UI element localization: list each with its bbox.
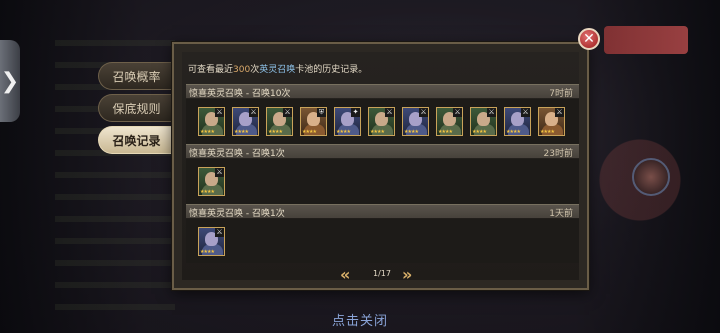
background-banner (604, 26, 688, 54)
star-rating-icon: ★★★★ (472, 129, 487, 135)
hero-lord-icon[interactable]: ⚔ ★★★★ (538, 107, 565, 136)
class-icon: ⚔ (215, 228, 224, 237)
hero-rogue-icon[interactable]: ⚔ ★★★★ (504, 107, 531, 136)
record-header: 惊喜英灵召唤 - 召唤10次 7时前 (186, 84, 579, 99)
class-icon: ⚔ (555, 108, 564, 117)
class-icon: ⚔ (521, 108, 530, 117)
summon-history-panel: 可查看最近300次英灵召唤卡池的历史记录。 惊喜英灵召唤 - 召唤10次 7时前… (172, 42, 589, 290)
star-rating-icon: ★★★★ (200, 189, 215, 195)
tab-summon-history[interactable]: 召唤记录 (98, 126, 174, 154)
class-icon: ⚔ (283, 108, 292, 117)
record-heroes: ⚔ ★★★★ ⚔ ★★★★ ⚔ ★★★★ ⛨ ★★★★ ✦ ★★★★ ⚔ ★★★★ ⚔ ★★★★ ⚔ ★★★★… (186, 99, 579, 145)
close-icon[interactable]: ✕ (578, 28, 600, 50)
record-heroes: ⚔ ★★★★ (186, 159, 579, 204)
chevron-right-icon: ❯ (0, 68, 20, 94)
star-rating-icon: ★★★★ (234, 129, 249, 135)
class-icon: ⚔ (487, 108, 496, 117)
star-rating-icon: ★★★★ (540, 129, 555, 135)
hero-guard-icon[interactable]: ⚔ ★★★★ (436, 107, 463, 136)
info-suffix: 卡池的历史记录。 (295, 65, 368, 75)
hero-rogue-icon[interactable]: ⚔ ★★★★ (198, 167, 225, 196)
hero-frost-icon[interactable]: ⚔ ★★★★ (198, 227, 225, 256)
star-rating-icon: ★★★★ (200, 249, 215, 255)
double-chevron-left-icon[interactable]: « (340, 265, 350, 284)
star-rating-icon: ★★★★ (370, 129, 385, 135)
class-icon: ⚔ (453, 108, 462, 117)
hero-warrior-icon[interactable]: ⚔ ★★★★ (266, 107, 293, 136)
class-icon: ⚔ (215, 108, 224, 117)
info-count: 300 (233, 65, 251, 75)
star-rating-icon: ★★★★ (438, 129, 453, 135)
pagination: « 1/17 » (174, 265, 587, 284)
side-drawer-handle[interactable]: ❯ (0, 40, 20, 122)
record-time: 7时前 (549, 89, 573, 99)
double-chevron-right-icon[interactable]: » (402, 265, 412, 284)
star-rating-icon: ★★★★ (302, 129, 317, 135)
info-pool-name: 英灵召唤 (259, 65, 296, 75)
star-rating-icon: ★★★★ (336, 129, 351, 135)
star-rating-icon: ★★★★ (200, 129, 215, 135)
star-rating-icon: ★★★★ (506, 129, 521, 135)
record-title: 惊喜英灵召唤 - 召唤10次 (189, 89, 291, 99)
hero-berserker-icon[interactable]: ⚔ ★★★★ (368, 107, 395, 136)
record-title: 惊喜英灵召唤 - 召唤1次 (189, 209, 285, 219)
tab-pity-rules[interactable]: 保底规则 (98, 94, 174, 122)
tap-to-close-hint[interactable]: 点击关闭 (0, 310, 720, 329)
class-icon: ⚔ (385, 108, 394, 117)
record-header: 惊喜英灵召唤 - 召唤1次 23时前 (186, 144, 579, 159)
record-heroes: ⚔ ★★★★ (186, 219, 579, 263)
star-rating-icon: ★★★★ (404, 129, 419, 135)
page-indicator: 1/17 (373, 269, 391, 278)
record-header: 惊喜英灵召唤 - 召唤1次 1天前 (186, 204, 579, 219)
history-info-text: 可查看最近300次英灵召唤卡池的历史记录。 (188, 62, 367, 75)
record-time: 23时前 (543, 149, 573, 159)
class-icon: ✦ (351, 108, 360, 117)
info-mid: 次 (250, 65, 260, 75)
hero-mage-icon[interactable]: ⚔ ★★★★ (232, 107, 259, 136)
class-icon: ⛨ (317, 108, 326, 117)
class-icon: ⚔ (215, 168, 224, 177)
class-icon: ⚔ (249, 108, 258, 117)
hero-assassin-icon[interactable]: ⚔ ★★★★ (402, 107, 429, 136)
info-prefix: 可查看最近 (188, 65, 234, 75)
hero-sorcerer-icon[interactable]: ✦ ★★★★ (334, 107, 361, 136)
hero-knight-icon[interactable]: ⚔ ★★★★ (198, 107, 225, 136)
class-icon: ⚔ (419, 108, 428, 117)
star-rating-icon: ★★★★ (268, 129, 283, 135)
record-title: 惊喜英灵召唤 - 召唤1次 (189, 149, 285, 159)
record-time: 1天前 (549, 209, 573, 219)
hero-archer-icon[interactable]: ⚔ ★★★★ (470, 107, 497, 136)
background-avatar (632, 158, 670, 196)
tab-summon-probability[interactable]: 召唤概率 (98, 62, 174, 90)
hero-paladin-icon[interactable]: ⛨ ★★★★ (300, 107, 327, 136)
